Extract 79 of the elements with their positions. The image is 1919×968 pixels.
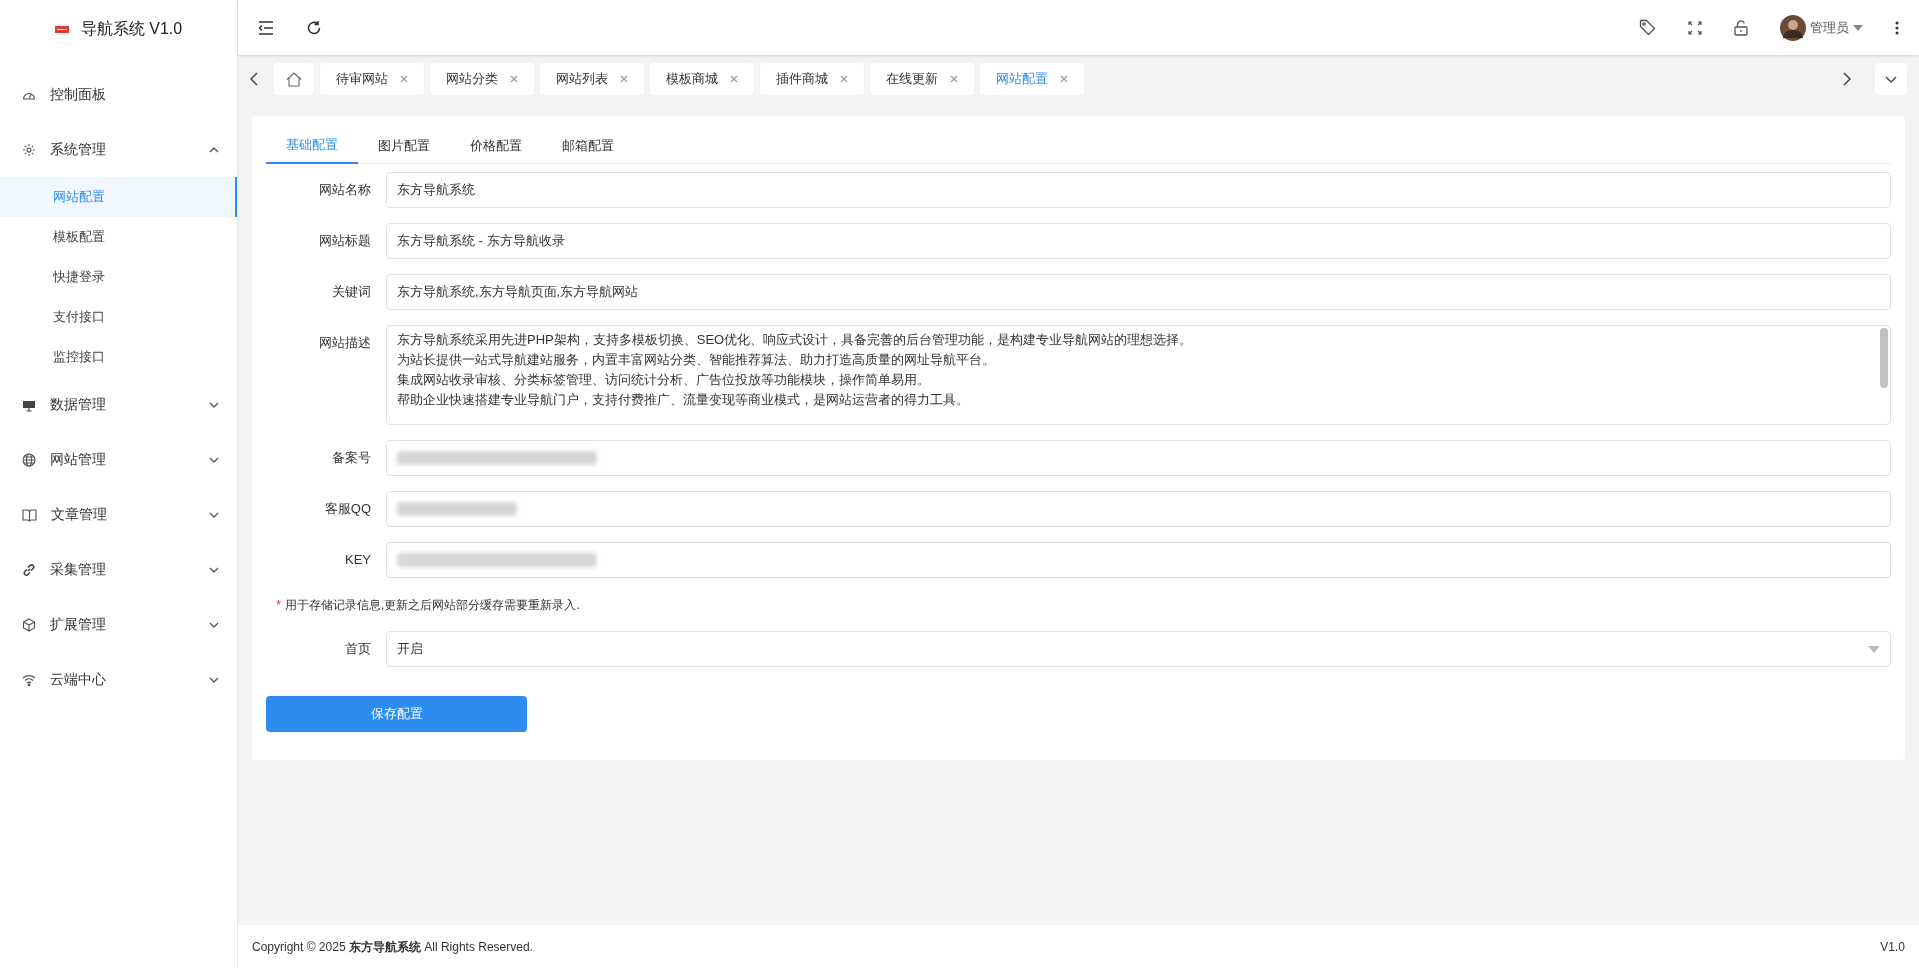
caret-icon xyxy=(1868,645,1880,653)
chevron-down-icon xyxy=(1885,75,1897,83)
caret-icon[interactable] xyxy=(1853,24,1863,31)
description-line: 帮助企业快速搭建专业导航门户，支持付费推广、流量变现等商业模式，是网站运营者的得力工具。 xyxy=(397,391,970,409)
tag-icon[interactable] xyxy=(1639,19,1656,36)
field-label: 网站描述 xyxy=(318,334,371,352)
version-text: V1.0 xyxy=(1880,938,1905,956)
close-icon[interactable] xyxy=(730,75,738,83)
avatar[interactable] xyxy=(1780,14,1806,41)
sidebar-item[interactable]: 控制面板 xyxy=(0,67,237,122)
sidebar-item[interactable]: 扩展管理 xyxy=(0,597,237,652)
text-field[interactable] xyxy=(386,491,1891,527)
page-tab[interactable]: 插件商城 xyxy=(760,63,864,95)
globe-icon xyxy=(22,452,36,467)
field-label: KEY xyxy=(344,551,371,569)
more-icon[interactable] xyxy=(1895,20,1899,35)
text-field[interactable]: 东方导航系统 - 东方导航收录 xyxy=(386,223,1891,259)
config-tab[interactable]: 邮箱配置 xyxy=(542,128,634,164)
app-title: 导航系统 V1.0 xyxy=(80,19,183,39)
fullscreen-icon[interactable] xyxy=(1688,20,1702,35)
description-line: 东方导航系统采用先进PHP架构，支持多模板切换、SEO优化、响应式设计，具备完善的后台管理功能，是构建专业导航网站的理想选择。 xyxy=(397,331,1194,349)
home-tab[interactable] xyxy=(274,63,314,95)
menu-icon[interactable] xyxy=(258,20,274,35)
sidebar-item[interactable]: 文章管理 xyxy=(0,487,237,542)
text-field[interactable] xyxy=(386,542,1891,578)
description-line: 集成网站收录审核、分类标签管理、访问统计分析、广告位投放等功能模块，操作简单易用。 xyxy=(397,371,931,389)
text-field[interactable] xyxy=(386,440,1891,476)
submenu-item[interactable]: 支付接口 xyxy=(0,297,237,337)
page-tab[interactable]: 网站分类 xyxy=(430,63,534,95)
submenu-item[interactable]: 监控接口 xyxy=(0,337,237,377)
copyright-text: Copyright © 2025 东方导航系统 All Rights Reserved. xyxy=(252,938,533,956)
scrollbar-thumb[interactable] xyxy=(1880,328,1888,388)
field-label: 备案号 xyxy=(331,449,371,467)
field-label: 网站标题 xyxy=(318,232,371,250)
close-icon[interactable] xyxy=(1060,75,1068,83)
config-tab[interactable]: 基础配置 xyxy=(266,128,358,164)
close-icon[interactable] xyxy=(510,75,518,83)
field-label: 客服QQ xyxy=(323,500,371,518)
close-icon[interactable] xyxy=(620,75,628,83)
close-icon[interactable] xyxy=(840,75,848,83)
close-icon[interactable] xyxy=(950,75,958,83)
config-tab[interactable]: 图片配置 xyxy=(358,128,450,164)
scroll-left-icon[interactable] xyxy=(250,72,258,86)
scroll-right-icon[interactable] xyxy=(1843,72,1851,86)
field-label: 首页 xyxy=(344,640,371,658)
logo-icon xyxy=(54,25,69,33)
description-field[interactable]: 东方导航系统采用先进PHP架构，支持多模板切换、SEO优化、响应式设计，具备完善的后台管理功能，是构建专业导航网站的理想选择。 为站长提供一站式导航建站服务，内置丰富网站分类、智能推荐算法、助力打造高质量的网址导航平台。 集成网站收录审核、分类标签管理、访问统计分析、广告位投放等功能模块，操作简单易用。 帮助企业快速搭建专业导航门户，支持付费推广、流量变现等商业模式，是网站运营者的得力工具。 xyxy=(386,325,1891,425)
sidebar-item[interactable]: 数据管理 xyxy=(0,377,237,432)
home-icon xyxy=(286,71,302,87)
user-name[interactable]: 管理员 xyxy=(1810,17,1849,38)
sidebar-item[interactable]: 网站管理 xyxy=(0,432,237,487)
lock-icon[interactable] xyxy=(1734,19,1748,36)
page-tab[interactable]: 网站列表 xyxy=(540,63,644,95)
sidebar-item[interactable]: 系统管理 xyxy=(0,122,237,177)
page-tab[interactable]: 在线更新 xyxy=(870,63,974,95)
link-icon xyxy=(22,562,36,577)
cube-icon xyxy=(22,617,36,632)
submenu-item[interactable]: 模板配置 xyxy=(0,217,237,257)
config-tab[interactable]: 价格配置 xyxy=(450,128,542,164)
tabs-dropdown-button[interactable] xyxy=(1875,63,1907,95)
page-tab[interactable]: 网站配置 xyxy=(980,63,1084,95)
submenu-item[interactable]: 快捷登录 xyxy=(0,257,237,297)
page-tab[interactable]: 待审网站 xyxy=(320,63,424,95)
field-label: 关键词 xyxy=(331,283,371,301)
settings-icon xyxy=(22,142,36,157)
text-field[interactable]: 东方导航系统,东方导航页面,东方导航网站 xyxy=(386,274,1891,310)
sidebar-item[interactable]: 云端中心 xyxy=(0,652,237,707)
page-tab[interactable]: 模板商城 xyxy=(650,63,754,95)
field-label: 网站名称 xyxy=(318,181,371,199)
hint-text: 用于存储记录信息,更新之后网站部分缓存需要重新录入. xyxy=(285,597,580,614)
wifi-icon xyxy=(22,673,36,686)
book-icon xyxy=(22,507,37,522)
refresh-icon[interactable] xyxy=(306,19,322,36)
description-line: 为站长提供一站式导航建站服务，内置丰富网站分类、智能推荐算法、助力打造高质量的网址导航平台。 xyxy=(397,351,996,369)
select-field[interactable]: 开启 xyxy=(386,631,1891,667)
close-icon[interactable] xyxy=(400,75,408,83)
required-mark: * xyxy=(276,596,282,615)
text-field[interactable]: 东方导航系统 xyxy=(386,172,1891,208)
sidebar-item[interactable]: 采集管理 xyxy=(0,542,237,597)
